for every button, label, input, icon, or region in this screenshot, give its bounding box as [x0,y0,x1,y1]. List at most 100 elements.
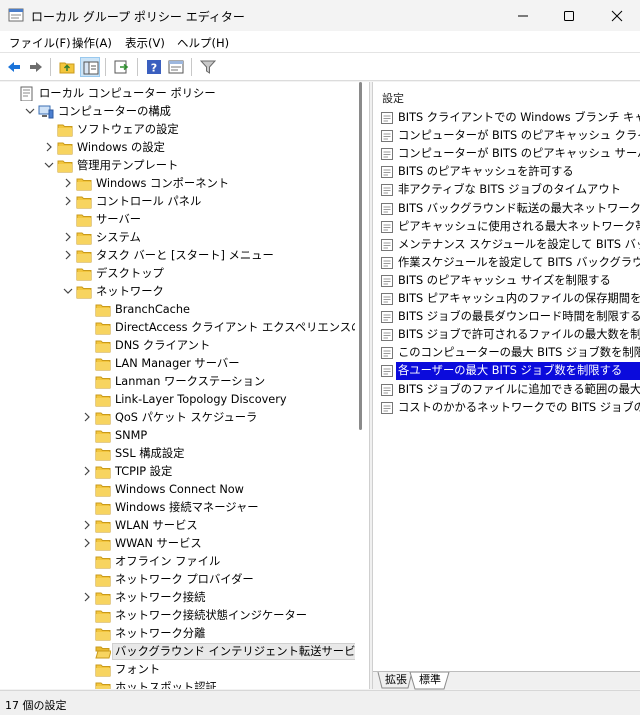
tree-item[interactable]: Windows Connect Now [0,481,355,499]
tree-item[interactable]: システム [0,229,355,247]
export-list-button[interactable] [112,57,132,77]
tree-scrollbar-thumb[interactable] [359,82,362,430]
setting-row[interactable]: メンテナンス スケジュールを設定して BITS バックグラウンド転送を制限する [378,236,640,254]
tree-item[interactable]: WLAN サービス [0,517,355,535]
chevron-right-icon[interactable] [82,412,92,422]
tree-item[interactable]: LAN Manager サーバー [0,355,355,373]
chevron-right-icon[interactable] [82,592,92,602]
setting-row[interactable]: 作業スケジュールを設定して BITS バックグラウンド転送を制限する [378,254,640,272]
tree-item[interactable]: Lanman ワークステーション [0,373,355,391]
tree-item[interactable]: タスク バーと [スタート] メニュー [0,247,355,265]
tree-item[interactable]: BranchCache [0,301,355,319]
back-button[interactable] [4,57,24,77]
setting-icon [381,238,393,251]
tree-item[interactable]: デスクトップ [0,265,355,283]
show-hide-tree-button[interactable] [80,57,100,77]
setting-row[interactable]: BITS バックグラウンド転送の最大ネットワーク帯域幅を制限する [378,200,640,218]
setting-row[interactable]: このコンピューターの最大 BITS ジョブ数を制限する [378,344,640,362]
menu-help[interactable]: ヘルプ(H) [177,35,229,51]
help-button[interactable]: ? [144,57,164,77]
tree-item[interactable]: ネットワーク [0,283,355,301]
tree-item-label: Windows Connect Now [115,483,244,496]
setting-icon [381,112,393,124]
policy-icon [20,86,33,101]
tab-extended[interactable]: 拡張 [381,672,411,688]
tree-pane[interactable]: ローカル コンピューター ポリシー コンピューターの構成 ソフトウェアの設定 Wind… [0,82,369,689]
tree-item[interactable]: Windows の設定 [0,139,355,157]
setting-row[interactable]: 各ユーザーの最大 BITS ジョブ数を制限する [378,362,640,381]
settings-pane: 設定 BITS クライアントでの Windows ブランチ キャッシュの使用を許… [373,82,640,671]
filter-button[interactable] [198,57,218,77]
tree-item-label: タスク バーと [スタート] メニュー [96,249,274,262]
tree-item[interactable]: Windows 接続マネージャー [0,499,355,517]
up-folder-button[interactable] [57,57,77,77]
setting-row[interactable]: BITS ジョブで許可されるファイルの最大数を制限する [378,326,640,344]
menu-file[interactable]: ファイル(F) [9,35,71,51]
chevron-right-icon[interactable] [82,520,92,530]
window-title: ローカル グループ ポリシー エディター [31,10,245,24]
close-button[interactable] [594,0,640,31]
tree-item[interactable]: コントロール パネル [0,193,355,211]
folder-icon [95,538,111,551]
tree-item[interactable]: ソフトウェアの設定 [0,121,355,139]
menu-action[interactable]: 操作(A) [72,35,112,51]
tree-item[interactable]: DirectAccess クライアント エクスペリエンスの設定 [0,319,369,337]
tree-item[interactable]: ネットワーク プロバイダー [0,571,355,589]
chevron-right-icon[interactable] [63,250,73,260]
tree-item[interactable]: フォント [0,661,355,679]
setting-icon [381,202,393,215]
setting-icon [381,311,393,324]
folder-icon [76,286,92,299]
setting-row[interactable]: コンピューターが BITS のピアキャッシュ クライアントとして動作することを許… [378,127,640,145]
chevron-right-icon[interactable] [63,196,73,206]
tree-item[interactable]: サーバー [0,211,355,229]
menu-view[interactable]: 表示(V) [125,35,165,51]
chevron-right-icon[interactable] [82,538,92,548]
tree-item[interactable]: SSL 構成設定 [0,445,355,463]
chevron-down-icon[interactable] [63,286,73,296]
setting-row[interactable]: BITS クライアントでの Windows ブランチ キャッシュの使用を許可する [378,109,640,127]
setting-row[interactable]: BITS ピアキャッシュ内のファイルの保存期間を制限する [378,290,640,308]
chevron-right-icon[interactable] [82,466,92,476]
maximize-button[interactable] [546,0,592,31]
setting-row[interactable]: BITS のピアキャッシュ サイズを制限する [378,272,640,290]
tree-item[interactable]: SNMP [0,427,355,445]
chevron-right-icon[interactable] [44,142,54,152]
tree-scrollbar[interactable] [355,82,369,689]
tree-item[interactable]: オフライン ファイル [0,553,355,571]
tree-item[interactable]: Windows コンポーネント [0,175,355,193]
setting-label: 各ユーザーの最大 BITS ジョブ数を制限する [396,362,640,381]
tree-item[interactable]: ネットワーク接続状態インジケーター [0,607,355,625]
settings-column-header[interactable]: 設定 [382,90,404,106]
setting-row[interactable]: BITS ジョブのファイルに追加できる範囲の最大値を制限する [378,381,640,399]
forward-button[interactable] [26,57,46,77]
setting-row[interactable]: BITS のピアキャッシュを許可する [378,163,640,181]
tree-item[interactable]: DNS クライアント [0,337,355,355]
setting-row[interactable]: コンピューターが BITS のピアキャッシュ サーバーとして動作することを許可し… [378,145,640,163]
tree-item[interactable]: ネットワーク分離 [0,625,355,643]
tree-item[interactable]: TCPIP 設定 [0,463,355,481]
tab-standard[interactable]: 標準 [414,672,446,688]
chevron-right-icon[interactable] [63,178,73,188]
setting-row[interactable]: 非アクティブな BITS ジョブのタイムアウト [378,181,640,199]
tree-item[interactable]: コンピューターの構成 [0,103,355,121]
tree-item[interactable]: Link-Layer Topology Discovery [0,391,355,409]
chevron-down-icon[interactable] [44,160,54,170]
chevron-right-icon[interactable] [63,232,73,242]
setting-row[interactable]: BITS ジョブの最長ダウンロード時間を制限する [378,308,640,326]
properties-button[interactable] [166,57,186,77]
tree-item[interactable]: バックグラウンド インテリジェント転送サービス (BITS) [0,643,369,661]
tree-item[interactable]: ホットスポット認証 [0,679,355,689]
folder-icon [95,502,111,515]
folder-icon [95,430,111,443]
setting-row[interactable]: ピアキャッシュに使用される最大ネットワーク帯域幅を制限する [378,218,640,236]
tree-item[interactable]: ローカル コンピューター ポリシー [0,85,355,103]
tree-item[interactable]: 管理用テンプレート [0,157,355,175]
minimize-button[interactable] [500,0,546,31]
tree-item[interactable]: ネットワーク接続 [0,589,355,607]
svg-text:?: ? [151,62,157,75]
tree-item[interactable]: QoS パケット スケジューラ [0,409,355,427]
setting-row[interactable]: コストのかかるネットワークでの BITS ジョブの既定のダウンロード動作を設定す… [378,399,640,417]
chevron-down-icon[interactable] [25,106,35,116]
tree-item[interactable]: WWAN サービス [0,535,355,553]
